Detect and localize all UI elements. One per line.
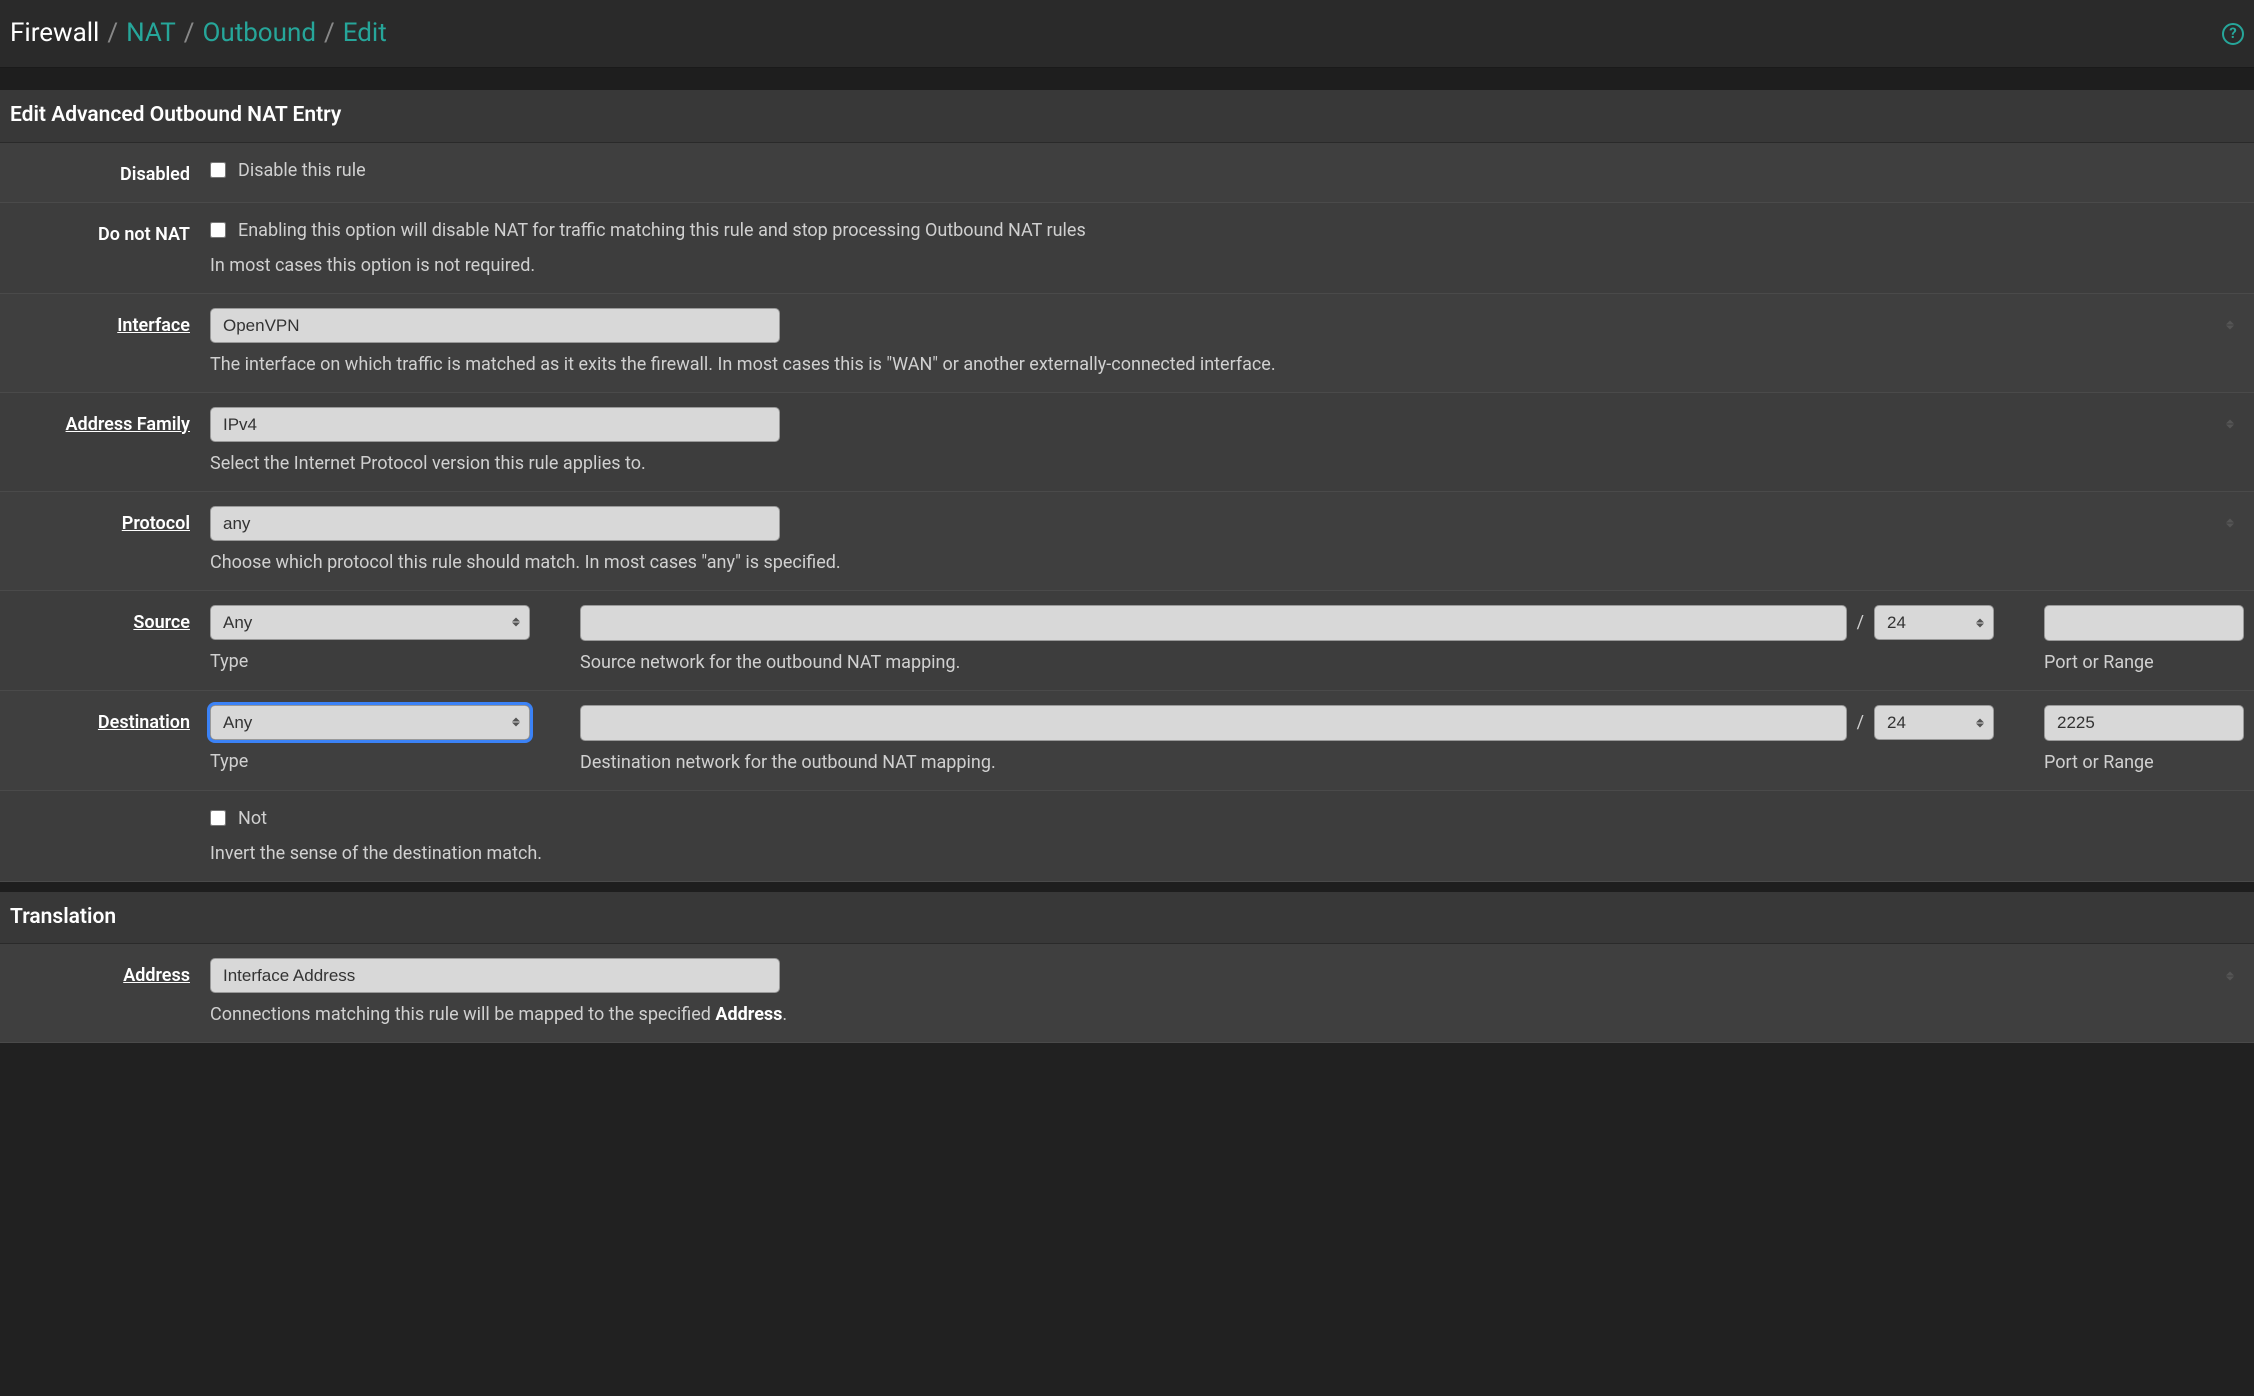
sublabel-source-network: Source network for the outbound NAT mapp…	[580, 649, 1994, 676]
sublabel-destination-type: Type	[210, 748, 530, 775]
label-translation-address[interactable]: Address	[10, 958, 210, 989]
help-interface: The interface on which traffic is matche…	[210, 351, 2244, 378]
checkbox-donotnat[interactable]	[210, 222, 226, 238]
sublabel-source-port: Port or Range	[2044, 649, 2244, 676]
label-disabled: Disabled	[10, 157, 210, 188]
chevron-updown-icon	[2226, 971, 2234, 980]
label-address-family[interactable]: Address Family	[10, 407, 210, 438]
input-destination-port[interactable]	[2044, 705, 2244, 741]
label-not-empty	[10, 805, 210, 809]
panel-edit-nat: Edit Advanced Outbound NAT Entry Disable…	[0, 90, 2254, 882]
select-source-type[interactable]: Any	[210, 605, 530, 640]
sublabel-destination-port: Port or Range	[2044, 749, 2244, 776]
slash: /	[1857, 609, 1864, 636]
panel-title: Edit Advanced Outbound NAT Entry	[0, 90, 2254, 143]
checkbox-donotnat-label: Enabling this option will disable NAT fo…	[238, 217, 1086, 244]
input-source-port[interactable]	[2044, 605, 2244, 641]
row-disabled: Disabled Disable this rule	[0, 143, 2254, 203]
spacer	[0, 68, 2254, 90]
panel-translation: Translation Address Interface Address Co…	[0, 892, 2254, 1044]
slash: /	[1857, 709, 1864, 736]
select-destination-type[interactable]: Any	[210, 705, 530, 740]
help-address-family: Select the Internet Protocol version thi…	[210, 450, 2244, 477]
label-protocol[interactable]: Protocol	[10, 506, 210, 537]
chevron-updown-icon	[2226, 519, 2234, 528]
select-translation-address[interactable]: Interface Address	[210, 958, 780, 993]
breadcrumb-sep: /	[324, 14, 335, 53]
row-source: Source Any Type /	[0, 591, 2254, 691]
label-interface[interactable]: Interface	[10, 308, 210, 339]
row-interface: Interface OpenVPN The interface on which…	[0, 294, 2254, 393]
row-donotnat: Do not NAT Enabling this option will dis…	[0, 203, 2254, 294]
row-address-family: Address Family IPv4 Select the Internet …	[0, 393, 2254, 492]
select-destination-mask[interactable]: 24	[1874, 705, 1994, 740]
sublabel-destination-network: Destination network for the outbound NAT…	[580, 749, 1994, 776]
checkbox-disabled-label: Disable this rule	[238, 157, 366, 184]
row-destination: Destination Any Type /	[0, 691, 2254, 791]
label-donotnat: Do not NAT	[10, 217, 210, 248]
breadcrumb-nat[interactable]: NAT	[126, 14, 176, 53]
breadcrumb: Firewall / NAT / Outbound / Edit	[10, 14, 387, 53]
select-address-family[interactable]: IPv4	[210, 407, 780, 442]
select-interface[interactable]: OpenVPN	[210, 308, 780, 343]
sublabel-source-type: Type	[210, 648, 530, 675]
breadcrumb-bar: Firewall / NAT / Outbound / Edit ?	[0, 0, 2254, 68]
checkbox-not-label: Not	[238, 805, 267, 832]
help-donotnat: In most cases this option is not require…	[210, 252, 2244, 279]
panel-title-translation: Translation	[0, 892, 2254, 945]
breadcrumb-sep: /	[107, 14, 118, 53]
breadcrumb-outbound[interactable]: Outbound	[202, 14, 316, 53]
input-source-network[interactable]	[580, 605, 1847, 641]
help-icon[interactable]: ?	[2222, 23, 2244, 45]
input-destination-network[interactable]	[580, 705, 1847, 741]
checkbox-not[interactable]	[210, 810, 226, 826]
help-protocol: Choose which protocol this rule should m…	[210, 549, 2244, 576]
row-translation-address: Address Interface Address Connections ma…	[0, 944, 2254, 1043]
label-destination[interactable]: Destination	[10, 705, 210, 736]
breadcrumb-sep: /	[184, 14, 195, 53]
row-protocol: Protocol any Choose which protocol this …	[0, 492, 2254, 591]
help-not: Invert the sense of the destination matc…	[210, 840, 2244, 867]
spacer	[0, 882, 2254, 892]
chevron-updown-icon	[2226, 321, 2234, 330]
select-source-mask[interactable]: 24	[1874, 605, 1994, 640]
help-translation-address: Connections matching this rule will be m…	[210, 1001, 2244, 1028]
label-source[interactable]: Source	[10, 605, 210, 636]
breadcrumb-edit[interactable]: Edit	[343, 14, 387, 53]
breadcrumb-root: Firewall	[10, 14, 99, 53]
checkbox-disabled[interactable]	[210, 162, 226, 178]
select-protocol[interactable]: any	[210, 506, 780, 541]
row-not: Not Invert the sense of the destination …	[0, 791, 2254, 882]
chevron-updown-icon	[2226, 420, 2234, 429]
